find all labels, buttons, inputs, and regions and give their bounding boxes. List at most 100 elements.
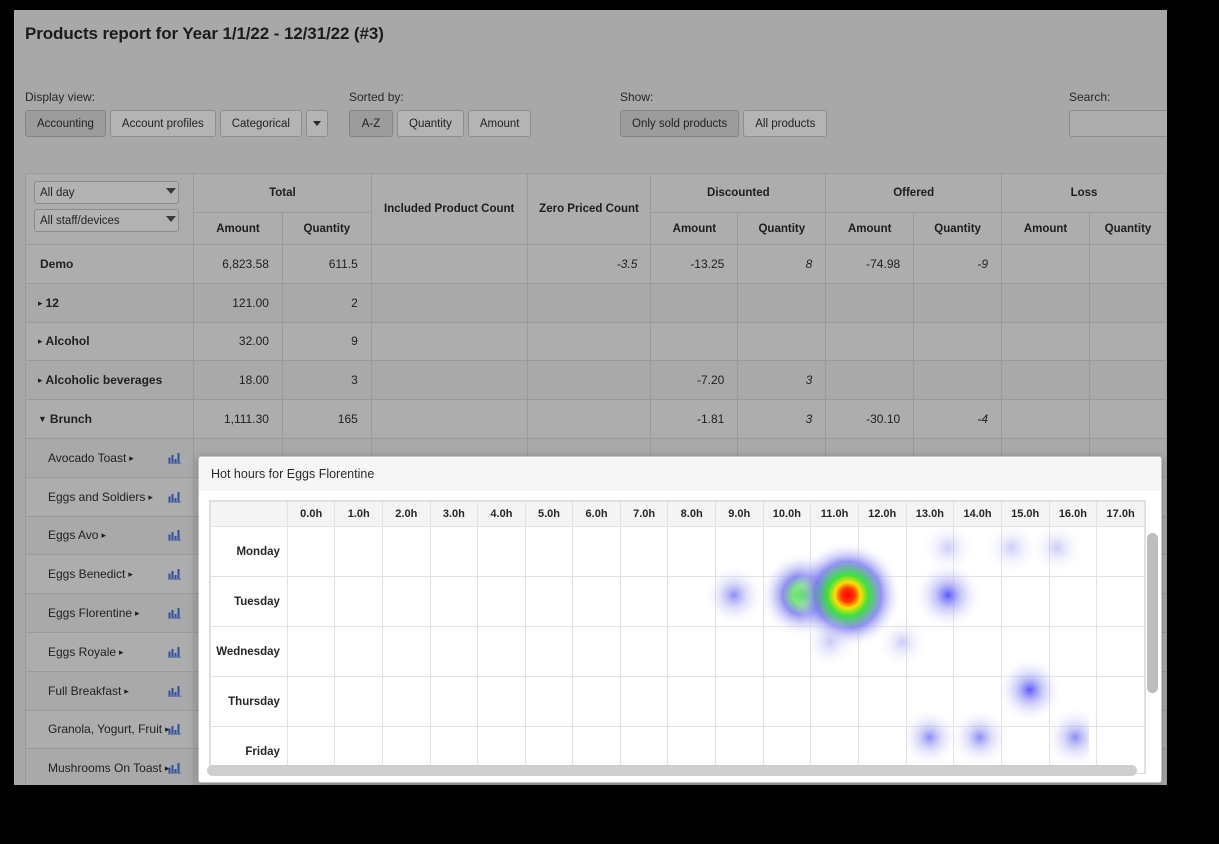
bar-chart-icon[interactable] (167, 491, 181, 503)
heatmap-cell (667, 626, 716, 677)
cell-disc-qty: 8 (737, 244, 827, 284)
sort-az-button[interactable]: A-Z (349, 110, 393, 137)
cell-off-amount: -74.98 (825, 244, 915, 284)
scrollbar-thumb[interactable] (1147, 533, 1158, 693)
cell-disc-qty (737, 321, 827, 362)
group-row-brunch[interactable]: ▼ Brunch (25, 399, 194, 439)
bar-chart-icon[interactable] (167, 646, 181, 658)
cell-total-qty: 9 (281, 321, 372, 362)
heatmap-cell (1048, 626, 1098, 677)
cell-off-amount (825, 321, 915, 362)
display-view-more-button[interactable] (305, 110, 328, 137)
product-row-granola-yogurt-fruit[interactable]: Granola, Yogurt, Fruit ▸ (25, 709, 194, 750)
heatmap-cell (1000, 576, 1050, 627)
bar-chart-icon[interactable] (167, 724, 181, 735)
modal-vertical-scrollbar[interactable] (1147, 531, 1158, 782)
heatmap-day-label: Thursday (210, 676, 288, 727)
sort-amount-button[interactable]: Amount (467, 110, 532, 137)
heatmap-cell (857, 676, 907, 727)
group-row-12[interactable]: ▸ 12 (25, 282, 194, 323)
cell-disc-amount: -1.81 (650, 399, 739, 439)
day-filter-select[interactable]: All day (34, 181, 179, 204)
heatmap-hour-header: 11.0h (810, 501, 859, 527)
bar-chart-icon[interactable] (167, 763, 181, 774)
cell-disc-amount: -7.20 (650, 360, 739, 401)
heatmap-cell (667, 576, 716, 627)
staff-filter-select[interactable]: All staff/devices (34, 209, 179, 232)
heatmap-hour-header: 8.0h (667, 501, 716, 527)
cell-off-qty (913, 321, 1003, 362)
cell-total-qty: 611.5 (281, 244, 372, 284)
product-row-eggs-royale[interactable]: Eggs Royale ▸ (25, 631, 194, 672)
header-loss: Loss (1001, 172, 1167, 214)
bar-chart-icon[interactable] (167, 530, 181, 541)
cell-zero-priced (526, 399, 652, 439)
heatmap-cell (334, 676, 384, 727)
triangle-right-icon: ▸ (101, 530, 107, 541)
hot-hours-modal: Hot hours for Eggs Florentine 0.0h 1.0h 2.… (198, 456, 1162, 783)
subheader-offered-quantity: Quantity (913, 212, 1003, 245)
heatmap-cell (810, 676, 859, 727)
search-input[interactable] (1069, 110, 1167, 137)
heatmap-cell (286, 676, 336, 727)
heatmap-cell (905, 626, 955, 677)
display-view-accounting-button[interactable]: Accounting (25, 110, 106, 137)
heatmap-hour-header: 17.0h (1096, 501, 1145, 527)
heatmap-day-row: Tuesday (210, 576, 1145, 627)
triangle-right-icon: ▸ (119, 646, 124, 657)
modal-body: 0.0h 1.0h 2.0h 3.0h 4.0h 5.0h 6.0h 7.0h 8.0h 9.0h… (199, 491, 1161, 782)
search-group: Search: (1069, 90, 1167, 137)
modal-horizontal-scrollbar[interactable] (207, 765, 1145, 776)
heatmap-cell (382, 576, 431, 627)
product-row-avocado-toast[interactable]: Avocado Toast ▸ (25, 437, 194, 478)
product-row-full-breakfast[interactable]: Full Breakfast ▸ (25, 670, 194, 711)
heatmap-cell (1096, 626, 1145, 677)
cell-total-amount: 121.00 (192, 282, 283, 323)
show-all-products-button[interactable]: All products (743, 110, 828, 137)
heatmap-cell (334, 576, 384, 627)
product-row-label: Eggs Avo (48, 528, 99, 543)
cell-zero-priced (526, 282, 652, 323)
cell-off-amount (825, 282, 915, 323)
bar-chart-icon[interactable] (167, 608, 181, 619)
heatmap-container[interactable]: 0.0h 1.0h 2.0h 3.0h 4.0h 5.0h 6.0h 7.0h 8.0h 9.0h… (209, 500, 1146, 774)
product-row-mushrooms-on-toast[interactable]: Mushrooms On Toast ▸ (25, 748, 194, 785)
display-view-categorical-button[interactable]: Categorical (219, 110, 302, 137)
heatmap-cell (714, 576, 764, 627)
heatmap-cell (286, 576, 336, 627)
cell-off-qty: -4 (913, 399, 1003, 439)
table-row: ▼ Brunch 1,111.30 165 -1.81 3 -30.10 -4 (25, 399, 1167, 439)
heatmap-cell (953, 676, 1002, 727)
sort-quantity-button[interactable]: Quantity (397, 110, 464, 137)
heatmap-cell (857, 526, 907, 577)
heatmap-cell (1096, 526, 1145, 577)
bar-chart-icon[interactable] (167, 452, 181, 464)
product-row-eggs-florentine[interactable]: Eggs Florentine ▸ (25, 593, 194, 633)
bar-chart-icon[interactable] (167, 685, 181, 697)
cell-loss-qty (1088, 321, 1167, 362)
heatmap-cell (1096, 676, 1145, 727)
heatmap-cell (429, 626, 479, 677)
scrollbar-thumb[interactable] (207, 765, 1137, 776)
cell-loss-qty (1088, 360, 1167, 401)
heatmap-header-row: 0.0h 1.0h 2.0h 3.0h 4.0h 5.0h 6.0h 7.0h 8.0h 9.0h… (210, 501, 1145, 527)
product-row-eggs-benedict[interactable]: Eggs Benedict ▸ (25, 554, 194, 595)
show-only-sold-button[interactable]: Only sold products (620, 110, 740, 137)
heatmap-hour-header: 5.0h (524, 501, 574, 527)
group-row-label: Brunch (49, 412, 92, 427)
group-row-alcohol[interactable]: ▸ Alcohol (25, 321, 194, 362)
bar-chart-icon[interactable] (167, 569, 181, 580)
heatmap-cell (953, 626, 1002, 677)
cell-total-amount: 6,823.58 (192, 244, 283, 284)
display-view-account-profiles-button[interactable]: Account profiles (109, 110, 216, 137)
heatmap-cell (524, 526, 574, 577)
product-row-eggs-and-soldiers[interactable]: Eggs and Soldiers ▸ (25, 476, 194, 517)
heatmap-cell (1096, 576, 1145, 627)
product-row-label: Avocado Toast (48, 450, 127, 465)
heatmap-day-row: Monday (210, 526, 1145, 577)
heatmap-cell (762, 626, 812, 677)
product-row-eggs-avo[interactable]: Eggs Avo ▸ (25, 515, 194, 556)
heatmap-hour-header: 13.0h (905, 501, 955, 527)
table-row: ▸ Alcoholic beverages 18.00 3 -7.20 3 (25, 360, 1167, 401)
group-row-alcoholic-beverages[interactable]: ▸ Alcoholic beverages (25, 360, 194, 401)
